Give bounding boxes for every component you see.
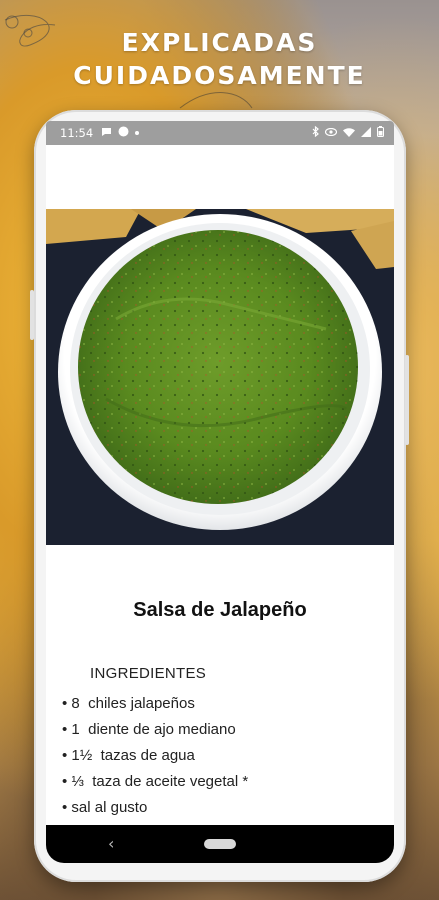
- chat-icon: [101, 127, 112, 140]
- recipe-photo: [46, 209, 394, 545]
- promo-headline-line-2: CUIDADOSAMENTE: [73, 61, 366, 90]
- status-right-icons: [312, 125, 384, 140]
- recipe-title: Salsa de Jalapeño: [133, 599, 307, 621]
- list-item: • ⅓ taza de aceite vegetal *: [62, 773, 249, 790]
- ingredients-list: • 8 chiles jalapeños • 1 diente de ajo m…: [62, 691, 248, 821]
- app-screen: 11:54 Salsa de Jalapeño INGREDIENTES • 8…: [46, 121, 394, 863]
- status-time: 11:54: [60, 126, 94, 140]
- home-button[interactable]: [204, 839, 236, 849]
- circle-icon: [118, 126, 129, 140]
- bluetooth-icon: [312, 125, 319, 140]
- eye-icon: [324, 127, 338, 139]
- list-item: • 1 diente de ajo mediano: [62, 721, 236, 738]
- signal-icon: [361, 126, 371, 140]
- wifi-icon: [343, 127, 355, 140]
- ingredients-heading: INGREDIENTES: [90, 665, 207, 682]
- back-icon[interactable]: ‹: [108, 834, 114, 853]
- phone-volume-button: [30, 290, 34, 340]
- status-bar: 11:54: [46, 121, 394, 145]
- dot-icon: [135, 128, 140, 138]
- list-item: • 8 chiles jalapeños: [62, 695, 195, 712]
- promo-headline: EXPLICADAS CUIDADOSAMENTE: [0, 26, 439, 92]
- promo-headline-line-1: EXPLICADAS: [121, 28, 318, 57]
- battery-icon: [377, 126, 384, 140]
- list-item: • sal al gusto: [62, 799, 148, 816]
- list-item: • 1½ tazas de agua: [62, 747, 195, 764]
- phone-power-button: [405, 355, 409, 445]
- navigation-bar: ‹: [46, 825, 394, 863]
